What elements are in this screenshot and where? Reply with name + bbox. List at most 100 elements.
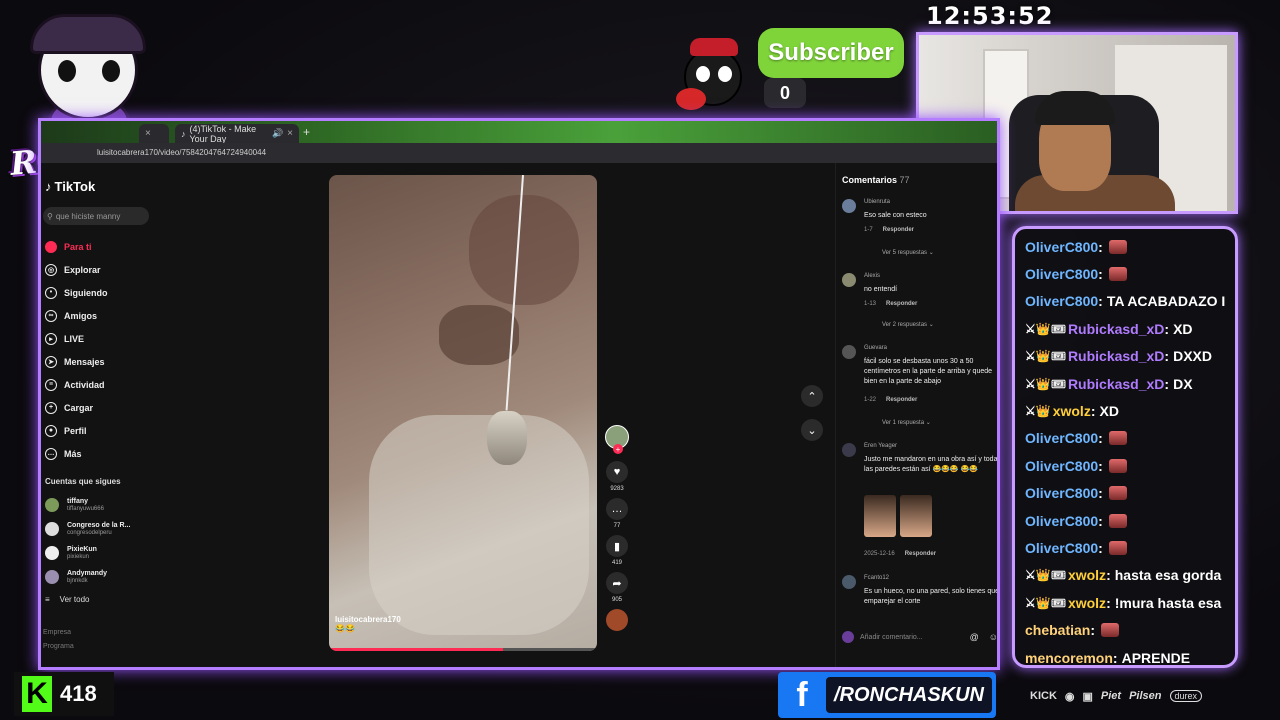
like-button[interactable]: ♥ 9283: [603, 461, 631, 492]
chat-badges-icon: ⚔👑🎟: [1025, 349, 1066, 364]
search-input[interactable]: ⚲ que hiciste manny: [43, 207, 149, 225]
chat-username[interactable]: chebatian: [1025, 622, 1090, 638]
avatar[interactable]: [842, 443, 856, 457]
chat-username[interactable]: OliverC800: [1025, 485, 1098, 501]
view-replies-button[interactable]: Ver 2 respuestas ⌄: [882, 321, 934, 328]
sidebar-item-para-ti[interactable]: ⌂ Para ti: [45, 235, 155, 258]
chat-username[interactable]: Rubickasd_xD: [1068, 348, 1164, 364]
chat-text: DXXD: [1173, 348, 1212, 365]
stream-chat: OliverC800: OliverC800: OliverC800: TA ACAB…: [1012, 226, 1238, 668]
see-all-link[interactable]: ≡ Ver todo: [45, 595, 89, 604]
sidebar-item-mas[interactable]: … Más: [45, 442, 155, 465]
avatar[interactable]: [842, 273, 856, 287]
comment-button[interactable]: … 77: [603, 498, 631, 529]
chat-username[interactable]: OliverC800: [1025, 540, 1098, 556]
following-item[interactable]: tiffany tiffanyuwu666: [45, 493, 165, 517]
sidebar-item-siguiendo[interactable]: • Siguiendo: [45, 281, 155, 304]
tab-tiktok[interactable]: ♪ (4)TikTok - Make Your Day 🔊 ×: [175, 124, 299, 144]
upload-icon: +: [45, 401, 57, 414]
chat-username[interactable]: OliverC800: [1025, 266, 1098, 282]
chat-username[interactable]: xwolz: [1068, 595, 1106, 611]
footer-link-programa[interactable]: Programa: [43, 643, 74, 650]
sidebar-item-explorar[interactable]: ◎ Explorar: [45, 258, 155, 281]
chat-username[interactable]: Rubickasd_xD: [1068, 321, 1164, 337]
add-comment-input[interactable]: Añadir comentario... @ ☺: [842, 627, 997, 647]
tiktok-note-icon: ♪: [45, 179, 52, 194]
chat-message: ⚔👑🎟 Rubickasd_xD: DXXD: [1025, 348, 1212, 365]
comments-title: Comentarios 77: [842, 175, 910, 185]
chat-message: OliverC800:: [1025, 452, 1235, 479]
bookmark-button[interactable]: ▮ 419: [603, 535, 631, 566]
following-item[interactable]: Congreso de la R... congresodelperu: [45, 517, 165, 541]
chat-message: ⚔👑🎟 Rubickasd_xD: DX: [1025, 375, 1193, 392]
mention-icon[interactable]: @: [970, 632, 979, 642]
sidebar-item-amigos[interactable]: ∞ Amigos: [45, 304, 155, 327]
next-video-button[interactable]: ⌄: [801, 419, 823, 441]
avatar[interactable]: [842, 199, 856, 213]
chat-text: hasta esa gorda: [1114, 567, 1222, 584]
address-bar[interactable]: luisitocabrera170/video/7584204764724940…: [41, 143, 997, 163]
chat-username[interactable]: xwolz: [1053, 403, 1091, 419]
view-replies-button[interactable]: Ver 1 respuesta ⌄: [882, 419, 931, 426]
kick-viewer-badge: K 418: [14, 672, 114, 716]
music-disc-icon[interactable]: [606, 609, 628, 631]
sidebar-item-perfil[interactable]: ● Perfil: [45, 419, 155, 442]
chat-message: ⚔👑🎟 Rubickasd_xD: XD: [1025, 320, 1193, 337]
chat-emote-icon: [1108, 431, 1127, 446]
chat-username[interactable]: OliverC800: [1025, 293, 1098, 309]
sponsor-pilsen: Pilsen: [1129, 690, 1162, 702]
reply-button[interactable]: Responder: [905, 551, 936, 557]
following-item[interactable]: PixieKun pixiekun: [45, 541, 165, 565]
emoji-icon[interactable]: ☺: [989, 632, 997, 642]
reply-button[interactable]: Responder: [886, 397, 917, 403]
facebook-handle: /RONCHASKUN: [826, 677, 992, 713]
comment-images[interactable]: [864, 495, 932, 537]
tiktok-logo[interactable]: ♪ TikTok: [45, 179, 95, 194]
previous-video-button[interactable]: ⌃: [801, 385, 823, 407]
chat-username[interactable]: OliverC800: [1025, 513, 1098, 529]
share-button[interactable]: ➦ 905: [603, 572, 631, 603]
avatar: [45, 546, 59, 560]
search-icon: ⚲: [47, 211, 53, 221]
comment-item: Ubienruta Eso sale con esteco 1-7 Respond…: [842, 199, 997, 263]
sidebar-item-actividad[interactable]: ≡ Actividad: [45, 373, 155, 396]
chat-username[interactable]: OliverC800: [1025, 458, 1098, 474]
view-replies-button[interactable]: Ver 5 respuestas ⌄: [882, 249, 934, 256]
sidebar-item-mensajes[interactable]: ➤ Mensajes: [45, 350, 155, 373]
sidebar-item-cargar[interactable]: + Cargar: [45, 396, 155, 419]
video-progress-bar[interactable]: [329, 648, 597, 651]
browser-window: × ♪ (4)TikTok - Make Your Day 🔊 × + luis…: [38, 118, 1000, 670]
video-author[interactable]: luisitocabrera170 😂😂: [335, 615, 401, 633]
footer-link-empresa[interactable]: Empresa: [43, 629, 71, 636]
chat-username[interactable]: Rubickasd_xD: [1068, 376, 1164, 392]
compass-icon: ◎: [45, 263, 57, 276]
reply-button[interactable]: Responder: [883, 227, 914, 233]
profile-icon: ●: [45, 424, 57, 437]
follow-plus-icon[interactable]: +: [613, 444, 623, 454]
more-icon: …: [45, 447, 57, 460]
video-player[interactable]: luisitocabrera170 😂😂: [329, 175, 597, 651]
sidebar-item-live[interactable]: ▸ LIVE: [45, 327, 155, 350]
sponsor-logos: KICK ◉ ▣ Piet Pilsen durex: [1030, 686, 1270, 706]
chat-emote-icon: [1108, 458, 1127, 473]
tab-previous[interactable]: ×: [139, 124, 169, 143]
subscriber-count: 0: [764, 78, 806, 108]
video-actions: + ♥ 9283 … 77 ▮ 419 ➦ 905: [603, 425, 631, 631]
comment-item: Eren Yeager Justo me mandaron en una obr…: [842, 443, 997, 563]
chat-username[interactable]: OliverC800: [1025, 430, 1098, 446]
avatar: [45, 570, 59, 584]
stream-clock: 12:53:52: [926, 2, 1054, 30]
close-tab-icon[interactable]: ×: [287, 128, 293, 139]
reply-button[interactable]: Responder: [886, 301, 917, 307]
chat-username[interactable]: xwolz: [1068, 567, 1106, 583]
friends-icon: ∞: [45, 309, 57, 322]
comments-panel: Comentarios 77 Ubienruta Eso sale con es…: [835, 163, 997, 667]
chat-username[interactable]: mencoremon: [1025, 650, 1113, 665]
new-tab-button[interactable]: +: [303, 125, 310, 139]
avatar[interactable]: [842, 345, 856, 359]
avatar[interactable]: [842, 575, 856, 589]
chat-message: mencoremon: APRENDE: [1025, 649, 1191, 666]
creator-avatar[interactable]: +: [605, 425, 629, 454]
chat-username[interactable]: OliverC800: [1025, 239, 1098, 255]
following-item[interactable]: Andymandy bjnnkdk: [45, 565, 165, 589]
